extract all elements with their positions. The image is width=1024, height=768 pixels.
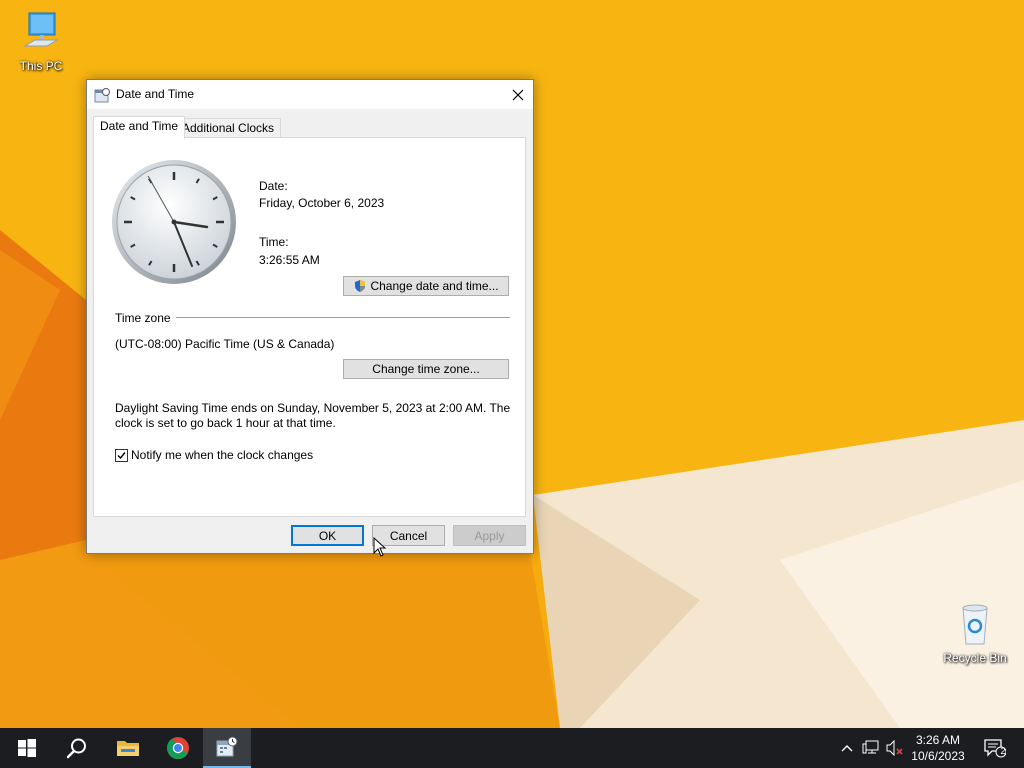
file-explorer-button[interactable] [104, 728, 152, 768]
tab-date-and-time[interactable]: Date and Time [93, 116, 186, 139]
network-icon [862, 740, 879, 754]
folder-icon [117, 741, 139, 756]
notify-checkbox[interactable] [115, 449, 128, 462]
timezone-value: (UTC-08:00) Pacific Time (US & Canada) [115, 337, 335, 351]
ok-button[interactable]: OK [291, 525, 364, 546]
computer-icon [23, 12, 59, 47]
tab-panel: Date: Friday, October 6, 2023 Time: 3:26… [93, 137, 526, 517]
button-label: Change date and time... [370, 279, 499, 293]
start-button[interactable] [3, 728, 51, 768]
dst-info-line2: clock is set to go back 1 hour at that t… [115, 416, 336, 430]
uac-shield-icon [355, 280, 366, 292]
search-icon [66, 738, 86, 759]
desktop-icon-recycle-bin[interactable]: Recycle Bin [936, 602, 1014, 665]
chrome-icon [167, 737, 189, 759]
volume-muted-icon [886, 740, 903, 756]
dialog-title: Date and Time [116, 87, 195, 101]
notify-checkbox-label[interactable]: Notify me when the clock changes [131, 448, 313, 462]
time-label: Time: [259, 235, 289, 249]
change-date-time-button[interactable]: Change date and time... [343, 276, 509, 296]
button-label: Apply [474, 528, 505, 543]
taskbar-time: 3:26 AM [915, 733, 961, 747]
timezone-heading: Time zone [115, 311, 171, 325]
network-status-button[interactable] [860, 728, 882, 768]
analog-clock [110, 158, 238, 286]
close-icon [512, 89, 524, 100]
search-button[interactable] [53, 728, 101, 768]
recycle-bin-icon [962, 604, 988, 645]
checkmark-icon [117, 452, 126, 460]
mouse-cursor-icon [373, 537, 387, 557]
date-time-icon [216, 736, 238, 757]
change-time-zone-button[interactable]: Change time zone... [343, 359, 509, 379]
desktop-icon-this-pc[interactable]: This PC [2, 10, 80, 73]
tab-additional-clocks[interactable]: Additional Clocks [175, 118, 282, 139]
chrome-button[interactable] [154, 728, 202, 768]
notification-count-badge: 2 [1000, 746, 1006, 756]
tab-label: Date and Time [100, 119, 179, 133]
date-time-dialog: Date and Time Date and Time Additional C… [86, 79, 534, 554]
taskbar-date: 10/6/2023 [911, 749, 965, 763]
show-hidden-icons-button[interactable] [838, 728, 856, 768]
date-time-icon [94, 88, 110, 103]
windows-icon [18, 739, 36, 757]
date-time-taskbar-button[interactable] [203, 728, 251, 768]
date-value: Friday, October 6, 2023 [259, 196, 385, 210]
taskbar: 3:26 AM 10/6/2023 2 [0, 728, 1024, 768]
desktop-icon-label: Recycle Bin [943, 651, 1007, 665]
action-center-button[interactable]: 2 [980, 728, 1010, 768]
dst-info-line1: Daylight Saving Time ends on Sunday, Nov… [115, 401, 511, 415]
desktop-icon-label: This PC [19, 59, 63, 73]
close-button[interactable] [503, 80, 533, 109]
apply-button: Apply [453, 525, 526, 546]
date-label: Date: [259, 179, 288, 193]
button-label: Change time zone... [372, 362, 480, 376]
button-label: OK [318, 528, 337, 543]
timezone-separator [176, 317, 510, 318]
button-label: Cancel [389, 528, 428, 543]
title-bar[interactable]: Date and Time [87, 80, 533, 109]
chevron-up-icon [841, 745, 853, 752]
volume-button[interactable] [884, 728, 906, 768]
tab-label: Additional Clocks [182, 121, 275, 135]
time-value: 3:26:55 AM [259, 253, 320, 267]
taskbar-clock[interactable]: 3:26 AM 10/6/2023 [904, 728, 972, 768]
